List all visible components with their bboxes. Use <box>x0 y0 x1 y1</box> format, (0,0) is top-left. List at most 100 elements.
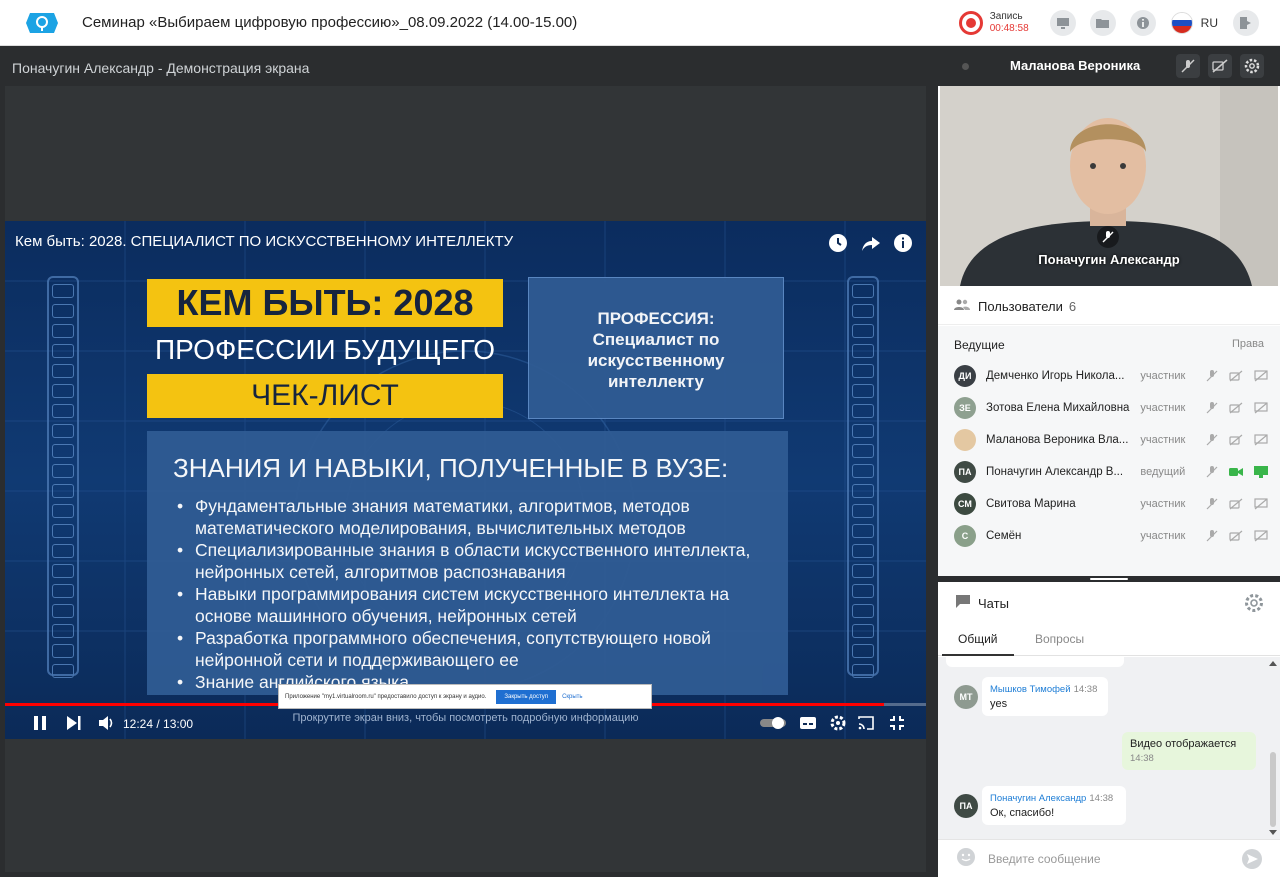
next-icon[interactable] <box>67 715 81 733</box>
watch-later-icon[interactable] <box>828 233 848 253</box>
russia-flag-icon <box>1170 12 1193 34</box>
send-icon[interactable] <box>1242 849 1262 872</box>
user-row[interactable]: ДИ Демченко Игорь Никола... участник <box>954 364 1272 388</box>
meeting-title: Семинар «Выбираем цифровую профессию»_08… <box>82 14 578 31</box>
screen-icon[interactable] <box>1049 10 1076 36</box>
camera-off-icon[interactable] <box>1225 400 1247 416</box>
tab-questions[interactable]: Вопросы <box>1035 632 1084 646</box>
message-author[interactable]: Мышков Тимофей <box>990 684 1071 695</box>
scroll-down-icon[interactable] <box>1269 830 1277 835</box>
user-name: Поначугин Александр В... <box>986 466 1124 478</box>
user-role[interactable]: участник <box>1140 498 1197 510</box>
chats-label: Чаты <box>978 595 1009 611</box>
profession-text: ПРОФЕССИЯ: Специалист по искусственному … <box>587 309 725 391</box>
mic-off-icon[interactable] <box>1201 432 1223 448</box>
user-row[interactable]: СМ Свитова Марина участник <box>954 492 1272 516</box>
chat-message: Поначугин Александр 14:38 Ок, спасибо! <box>982 786 1126 825</box>
camera-off-icon[interactable] <box>1225 432 1247 448</box>
users-label: Пользователи <box>978 299 1063 314</box>
knowledge-item: Фундаментальные знания математики, алгор… <box>177 495 788 539</box>
subtitles-icon[interactable] <box>800 716 816 732</box>
camera-off-icon[interactable] <box>1208 54 1232 78</box>
exit-icon[interactable] <box>1233 10 1259 36</box>
chat-scrollbar[interactable] <box>1268 657 1278 839</box>
chat-input-bar: Введите сообщение <box>938 839 1280 877</box>
screen-share-off-icon[interactable] <box>1250 496 1272 512</box>
mic-off-icon[interactable] <box>1176 54 1200 78</box>
settings-icon[interactable] <box>830 715 846 734</box>
avatar: ПА <box>954 794 978 818</box>
knowledge-heading: ЗНАНИЯ И НАВЫКИ, ПОЛУЧЕННЫЕ В ВУЗЕ: <box>173 453 729 483</box>
video-info-icon[interactable] <box>893 233 913 253</box>
rights-heading[interactable]: Права <box>1232 338 1264 350</box>
user-row[interactable]: ЗЕ Зотова Елена Михайловна участник <box>954 396 1272 420</box>
hide-notice-link[interactable]: Скрыть <box>562 694 582 700</box>
leads-heading: Ведущие <box>954 338 1005 352</box>
recording-indicator[interactable]: Запись 00:48:58 <box>958 11 1029 35</box>
screen-share-on-icon[interactable] <box>1250 464 1272 480</box>
panel-resize-handle[interactable] <box>938 576 1280 582</box>
chat-message: Мышков Тимофей 14:38 yes <box>982 677 1108 716</box>
camera-off-icon[interactable] <box>1225 496 1247 512</box>
video-title[interactable]: Кем быть: 2028. СПЕЦИАЛИСТ ПО ИСКУССТВЕН… <box>15 233 513 250</box>
camera-on-icon[interactable] <box>1225 464 1247 480</box>
language-switch[interactable]: RU <box>1170 12 1218 34</box>
stop-sharing-button[interactable]: Закрыть доступ <box>496 689 557 704</box>
chat-icon <box>956 595 970 611</box>
camera-settings-icon[interactable] <box>1240 54 1264 78</box>
knowledge-item: Специализированные знания в области иску… <box>177 539 788 583</box>
exit-fullscreen-icon[interactable] <box>890 715 904 733</box>
user-name: Свитова Марина <box>986 498 1076 510</box>
autoplay-toggle-icon[interactable] <box>760 716 786 733</box>
avatar: СМ <box>954 493 976 515</box>
scroll-up-icon[interactable] <box>1269 661 1277 666</box>
mic-off-icon[interactable] <box>1201 368 1223 384</box>
slide-title-3: ЧЕК-ЛИСТ <box>147 374 503 418</box>
user-role[interactable]: участник <box>1140 530 1197 542</box>
app-logo-icon[interactable] <box>22 11 62 35</box>
mic-off-icon[interactable] <box>1201 400 1223 416</box>
info-icon[interactable] <box>1129 10 1156 36</box>
users-section-header[interactable]: Пользователи 6 <box>938 289 1280 325</box>
tab-general[interactable]: Общий <box>958 632 998 646</box>
language-label: RU <box>1200 16 1218 30</box>
avatar <box>954 429 976 451</box>
user-role[interactable]: участник <box>1140 370 1197 382</box>
volume-icon[interactable] <box>99 715 115 733</box>
screen-share-off-icon[interactable] <box>1250 432 1272 448</box>
share-icon[interactable] <box>861 233 881 253</box>
screen-share-off-icon[interactable] <box>1250 528 1272 544</box>
chat-message-input[interactable]: Введите сообщение <box>988 852 1101 866</box>
camera-video[interactable]: Поначугин Александр <box>940 86 1278 286</box>
notice-text: Приложение "my1.virtualroom.ru" предоста… <box>285 693 487 700</box>
scrollbar-thumb[interactable] <box>1270 752 1276 827</box>
user-row[interactable]: С Семён участник <box>954 524 1272 548</box>
mic-off-icon[interactable] <box>1201 496 1223 512</box>
message-author[interactable]: Поначугин Александр <box>990 793 1086 804</box>
camera-header: Маланова Вероника <box>938 46 1280 86</box>
camera-off-icon[interactable] <box>1225 368 1247 384</box>
screen-share-off-icon[interactable] <box>1250 400 1272 416</box>
screen-share-title: Поначугин Александр - Демонстрация экран… <box>12 60 310 76</box>
chat-message-own: Видео отображается 14:38 <box>1122 732 1256 770</box>
status-dot-icon <box>962 63 969 70</box>
screen-share-off-icon[interactable] <box>1250 368 1272 384</box>
pause-icon[interactable] <box>33 715 47 733</box>
folder-icon[interactable] <box>1089 10 1116 36</box>
user-role[interactable]: ведущий <box>1140 466 1197 478</box>
emoji-icon[interactable] <box>956 847 976 870</box>
mic-off-icon[interactable] <box>1201 528 1223 544</box>
user-row[interactable]: Маланова Вероника Вла... участник <box>954 428 1272 452</box>
user-role[interactable]: участник <box>1140 402 1197 414</box>
user-row[interactable]: ПА Поначугин Александр В... ведущий <box>954 460 1272 484</box>
record-icon <box>958 11 983 35</box>
mic-off-icon[interactable] <box>1201 464 1223 480</box>
cast-icon[interactable] <box>858 715 874 733</box>
chat-settings-icon[interactable] <box>1244 593 1264 616</box>
camera-off-icon[interactable] <box>1225 528 1247 544</box>
message-text: yes <box>990 698 1008 710</box>
top-bar: Семинар «Выбираем цифровую профессию»_08… <box>0 0 1280 46</box>
user-role[interactable]: участник <box>1140 434 1197 446</box>
video-player[interactable]: Кем быть: 2028. СПЕЦИАЛИСТ ПО ИСКУССТВЕН… <box>5 221 926 739</box>
avatar: ЗЕ <box>954 397 976 419</box>
